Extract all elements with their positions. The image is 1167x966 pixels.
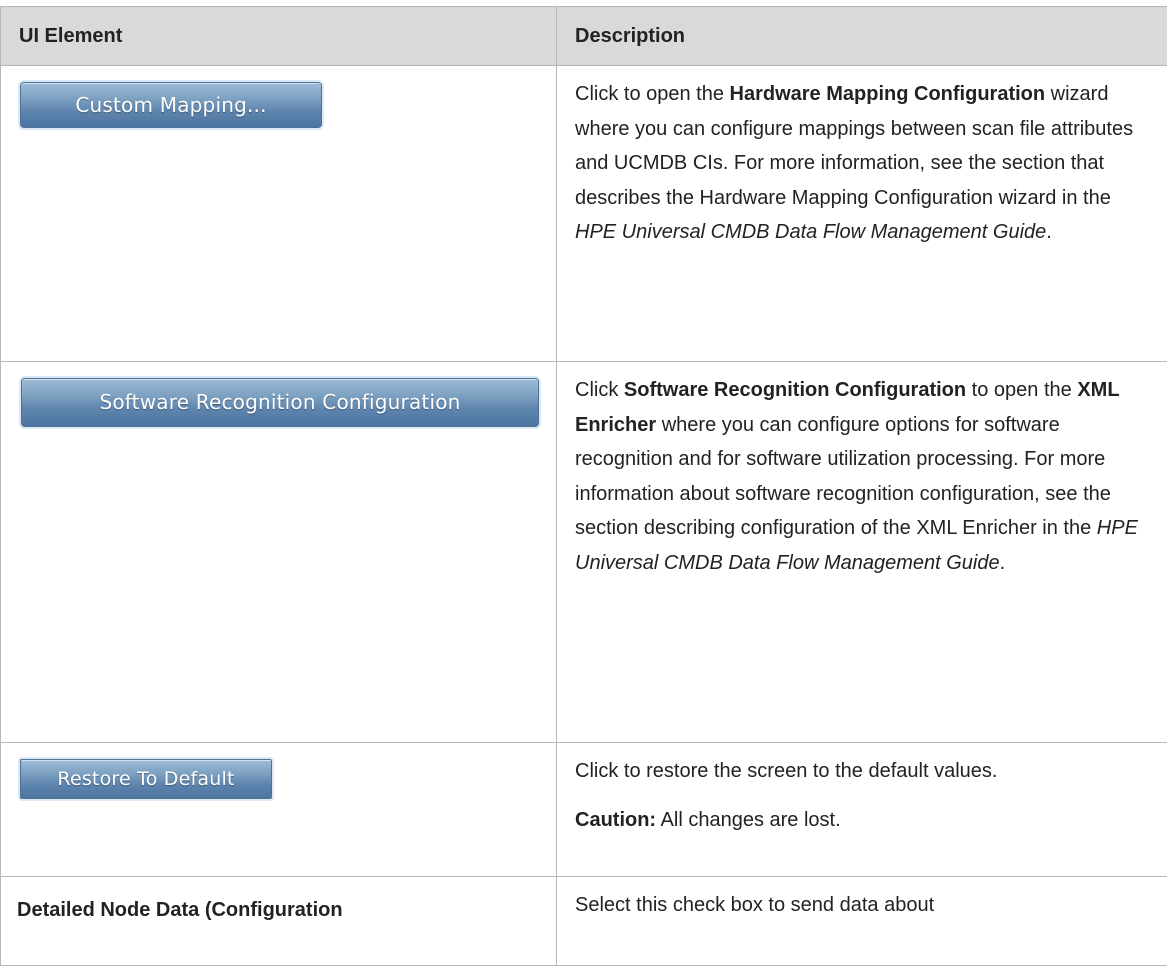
description-text: . <box>1046 221 1052 243</box>
header-ui-element: UI Element <box>1 7 557 66</box>
caution-text: All changes are lost. <box>656 809 841 831</box>
restore-to-default-button[interactable]: Restore To Default <box>20 759 272 799</box>
description-text: to open the <box>966 379 1077 401</box>
ui-element-cell: Software Recognition Configuration <box>1 362 557 743</box>
ui-element-cell: Restore To Default <box>1 743 557 877</box>
description-cell: Click to restore the screen to the defau… <box>557 743 1167 877</box>
description-text: Click to restore the screen to the defau… <box>575 754 1147 789</box>
custom-mapping-button[interactable]: Custom Mapping... <box>20 82 322 128</box>
description-cell: Select this check box to send data about <box>557 877 1167 966</box>
guide-reference: HPE Universal CMDB Data Flow Management … <box>575 221 1046 243</box>
ui-element-label: Detailed Node Data (Configuration <box>1 877 557 966</box>
table-row: Custom Mapping... Click to open the Hard… <box>1 66 1167 362</box>
description-bold-text: Hardware Mapping Configuration <box>730 83 1046 105</box>
table-row: Software Recognition Configuration Click… <box>1 362 1167 743</box>
description-cell: Click to open the Hardware Mapping Confi… <box>557 66 1167 362</box>
description-text: where you can configure options for soft… <box>575 414 1111 540</box>
header-description: Description <box>557 7 1167 66</box>
description-bold-text: Software Recognition Configuration <box>624 379 966 401</box>
ui-element-cell: Custom Mapping... <box>1 66 557 362</box>
description-text: . <box>1000 552 1006 574</box>
description-text: Click <box>575 379 624 401</box>
description-text: Select this check box to send data about <box>575 894 934 916</box>
table-header-row: UI Element Description <box>1 7 1167 66</box>
description-text: Click to open the <box>575 83 730 105</box>
software-recognition-configuration-button[interactable]: Software Recognition Configuration <box>21 378 539 427</box>
caution-note: Caution: All changes are lost. <box>575 803 1147 838</box>
caution-label: Caution: <box>575 809 656 831</box>
table-row: Restore To Default Click to restore the … <box>1 743 1167 877</box>
description-cell: Click Software Recognition Configuration… <box>557 362 1167 743</box>
table-row: Detailed Node Data (Configuration Select… <box>1 877 1167 966</box>
ui-element-table: UI Element Description Custom Mapping...… <box>0 6 1167 966</box>
